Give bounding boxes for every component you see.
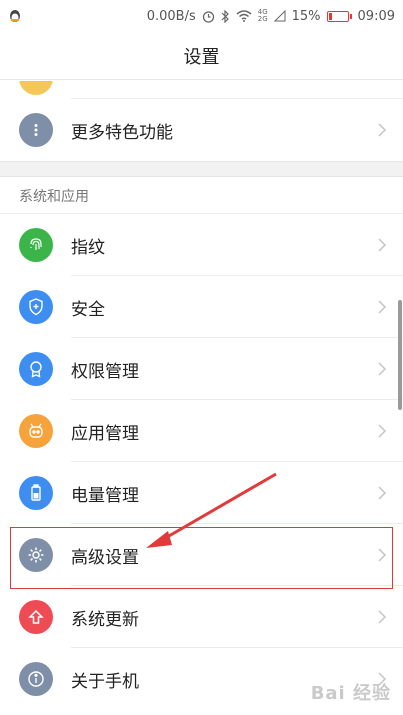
row-label: 安全	[71, 299, 105, 320]
row-label: 指纹	[71, 237, 105, 258]
battery-icon	[19, 476, 53, 510]
page-title: 设置	[0, 32, 403, 80]
chevron-right-icon	[378, 123, 387, 137]
status-bar: 0.00B/s 4G 2G 15% 09:09	[0, 0, 403, 32]
settings-row-advanced[interactable]: 高级设置	[0, 524, 403, 586]
info-icon	[19, 662, 53, 696]
chevron-right-icon	[378, 486, 387, 500]
battery-icon	[326, 10, 352, 22]
settings-row-security[interactable]: 安全	[0, 276, 403, 338]
gear-icon	[19, 538, 53, 572]
row-label: 更多特色功能	[71, 122, 173, 143]
qq-penguin-icon	[10, 10, 20, 22]
settings-row-system-update[interactable]: 系统更新	[0, 586, 403, 648]
settings-row-app-management[interactable]: 应用管理	[0, 400, 403, 462]
settings-list: 更多特色功能 系统和应用 指纹 安全 权限管理 应用管理 电量管理 高级设置 系…	[0, 81, 403, 710]
chevron-right-icon	[378, 548, 387, 562]
net-speed: 0.00B/s	[146, 8, 196, 24]
badge-icon	[19, 352, 53, 386]
chevron-right-icon	[378, 362, 387, 376]
section-divider	[0, 161, 403, 177]
clock: 09:09	[357, 8, 395, 24]
chevron-right-icon	[378, 300, 387, 314]
fingerprint-icon	[19, 228, 53, 262]
section-header: 系统和应用	[0, 177, 403, 214]
settings-row-battery[interactable]: 电量管理	[0, 462, 403, 524]
more-dots-icon	[19, 113, 53, 147]
shield-icon	[19, 290, 53, 324]
settings-row-permissions[interactable]: 权限管理	[0, 338, 403, 400]
robot-icon	[19, 414, 53, 448]
bluetooth-icon	[221, 9, 229, 23]
row-label: 关于手机	[71, 671, 139, 692]
signal-icon	[273, 10, 286, 22]
watermark: Bai 经验	[310, 683, 391, 704]
row-label: 高级设置	[71, 547, 139, 568]
row-label: 权限管理	[71, 361, 139, 382]
wifi-icon	[236, 10, 252, 22]
alarm-icon	[202, 10, 214, 23]
settings-row-fingerprint[interactable]: 指纹	[0, 214, 403, 276]
row-label: 电量管理	[71, 485, 139, 506]
network-type-icon: 4G 2G	[257, 8, 268, 23]
chevron-right-icon	[378, 238, 387, 252]
row-label: 系统更新	[71, 609, 139, 630]
settings-row-more-features[interactable]: 更多特色功能	[0, 99, 403, 161]
chevron-right-icon	[378, 424, 387, 438]
scrollbar[interactable]	[398, 300, 402, 410]
upload-arrow-icon	[19, 600, 53, 634]
chevron-right-icon	[378, 610, 387, 624]
row-label: 应用管理	[71, 423, 139, 444]
list-item-partial[interactable]	[0, 81, 403, 99]
battery-percent: 15%	[291, 8, 321, 24]
partial-icon	[19, 81, 53, 95]
